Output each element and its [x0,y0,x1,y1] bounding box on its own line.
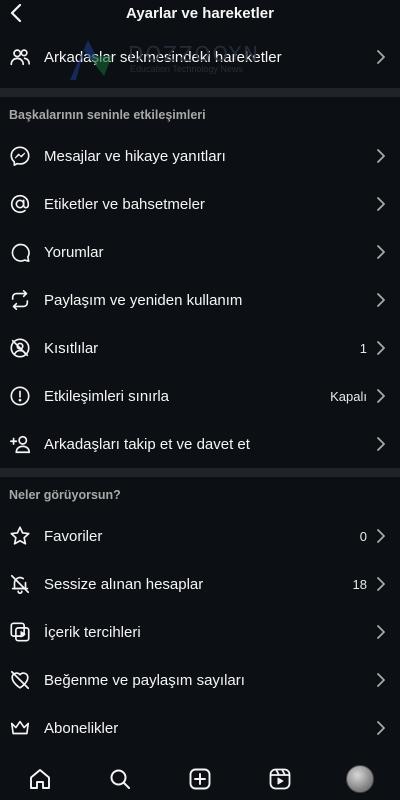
create-icon[interactable] [186,765,214,793]
content-preferences-icon [9,621,31,643]
content-preferences-row[interactable]: İçerik tercihleri [0,608,400,656]
chevron-right-icon [377,721,385,735]
repost-icon [9,289,31,311]
row-label: Arkadaşları takip et ve davet et [44,435,250,453]
chevron-right-icon [377,625,385,639]
chevron-right-icon [377,293,385,307]
friends-tab-activity-row[interactable]: Arkadaşlar sekmesindeki hareketler [0,26,400,88]
row-value: 18 [352,576,367,592]
chevron-right-icon [377,389,385,403]
header: Ayarlar ve hareketler [0,0,400,26]
chevron-right-icon [377,673,385,687]
restricted-row[interactable]: Kısıtlılar 1 [0,324,400,372]
row-value: Kapalı [330,388,367,404]
home-icon[interactable] [26,765,54,793]
row-label: Yorumlar [44,243,104,261]
row-label: Etiketler ve bahsetmeler [44,195,205,213]
row-label: Paylaşım ve yeniden kullanım [44,291,243,309]
row-label: Mesajlar ve hikaye yanıtları [44,147,226,165]
limit-interactions-row[interactable]: Etkileşimleri sınırla Kapalı [0,372,400,420]
interactions-section: Başkalarının seninle etkileşimleri Mesaj… [0,97,400,468]
comment-icon [9,241,31,263]
chevron-right-icon [377,50,385,64]
hidden-likes-icon [9,669,31,691]
chevron-right-icon [377,245,385,259]
page-title: Ayarlar ve hareketler [126,4,274,22]
alert-circle-icon [9,385,31,407]
restricted-icon [9,337,31,359]
chevron-right-icon [377,341,385,355]
favorites-row[interactable]: Favoriler 0 [0,512,400,560]
muted-bell-icon [9,573,31,595]
back-arrow-icon[interactable] [6,3,26,23]
chevron-right-icon [377,197,385,211]
at-sign-icon [9,193,31,215]
row-label: Sessize alınan hesaplar [44,575,204,593]
row-label: Arkadaşlar sekmesindeki hareketler [44,48,282,66]
add-user-icon [9,433,31,455]
section-divider [0,88,400,97]
row-label: Abonelikler [44,719,119,737]
comments-row[interactable]: Yorumlar [0,228,400,276]
profile-avatar[interactable] [346,765,374,793]
like-share-counts-row[interactable]: Beğenme ve paylaşım sayıları [0,656,400,704]
section-title: Neler görüyorsun? [9,487,121,502]
chevron-right-icon [377,529,385,543]
reels-icon[interactable] [266,765,294,793]
messages-row[interactable]: Mesajlar ve hikaye yanıtları [0,132,400,180]
row-label: Favoriler [44,527,103,545]
chevron-right-icon [377,437,385,451]
muted-accounts-row[interactable]: Sessize alınan hesaplar 18 [0,560,400,608]
subscriptions-row[interactable]: Abonelikler [0,704,400,752]
avatar [346,765,374,793]
sharing-reuse-row[interactable]: Paylaşım ve yeniden kullanım [0,276,400,324]
chevron-right-icon [377,577,385,591]
search-icon[interactable] [106,765,134,793]
chevron-right-icon [377,149,385,163]
friends-icon [9,46,31,68]
what-you-see-section: Neler görüyorsun? Favoriler 0 Sessize al… [0,477,400,752]
section-divider [0,468,400,477]
row-label: Beğenme ve paylaşım sayıları [44,671,245,689]
row-label: İçerik tercihleri [44,623,141,641]
messenger-icon [9,145,31,167]
section-title: Başkalarının seninle etkileşimleri [9,107,206,122]
crown-icon [9,717,31,739]
row-label: Etkileşimleri sınırla [44,387,170,405]
follow-invite-row[interactable]: Arkadaşları takip et ve davet et [0,420,400,468]
row-value: 1 [359,340,367,356]
tags-mentions-row[interactable]: Etiketler ve bahsetmeler [0,180,400,228]
bottom-tab-bar [0,758,400,800]
star-icon [9,525,31,547]
row-value: 0 [359,528,367,544]
row-label: Kısıtlılar [44,339,99,357]
